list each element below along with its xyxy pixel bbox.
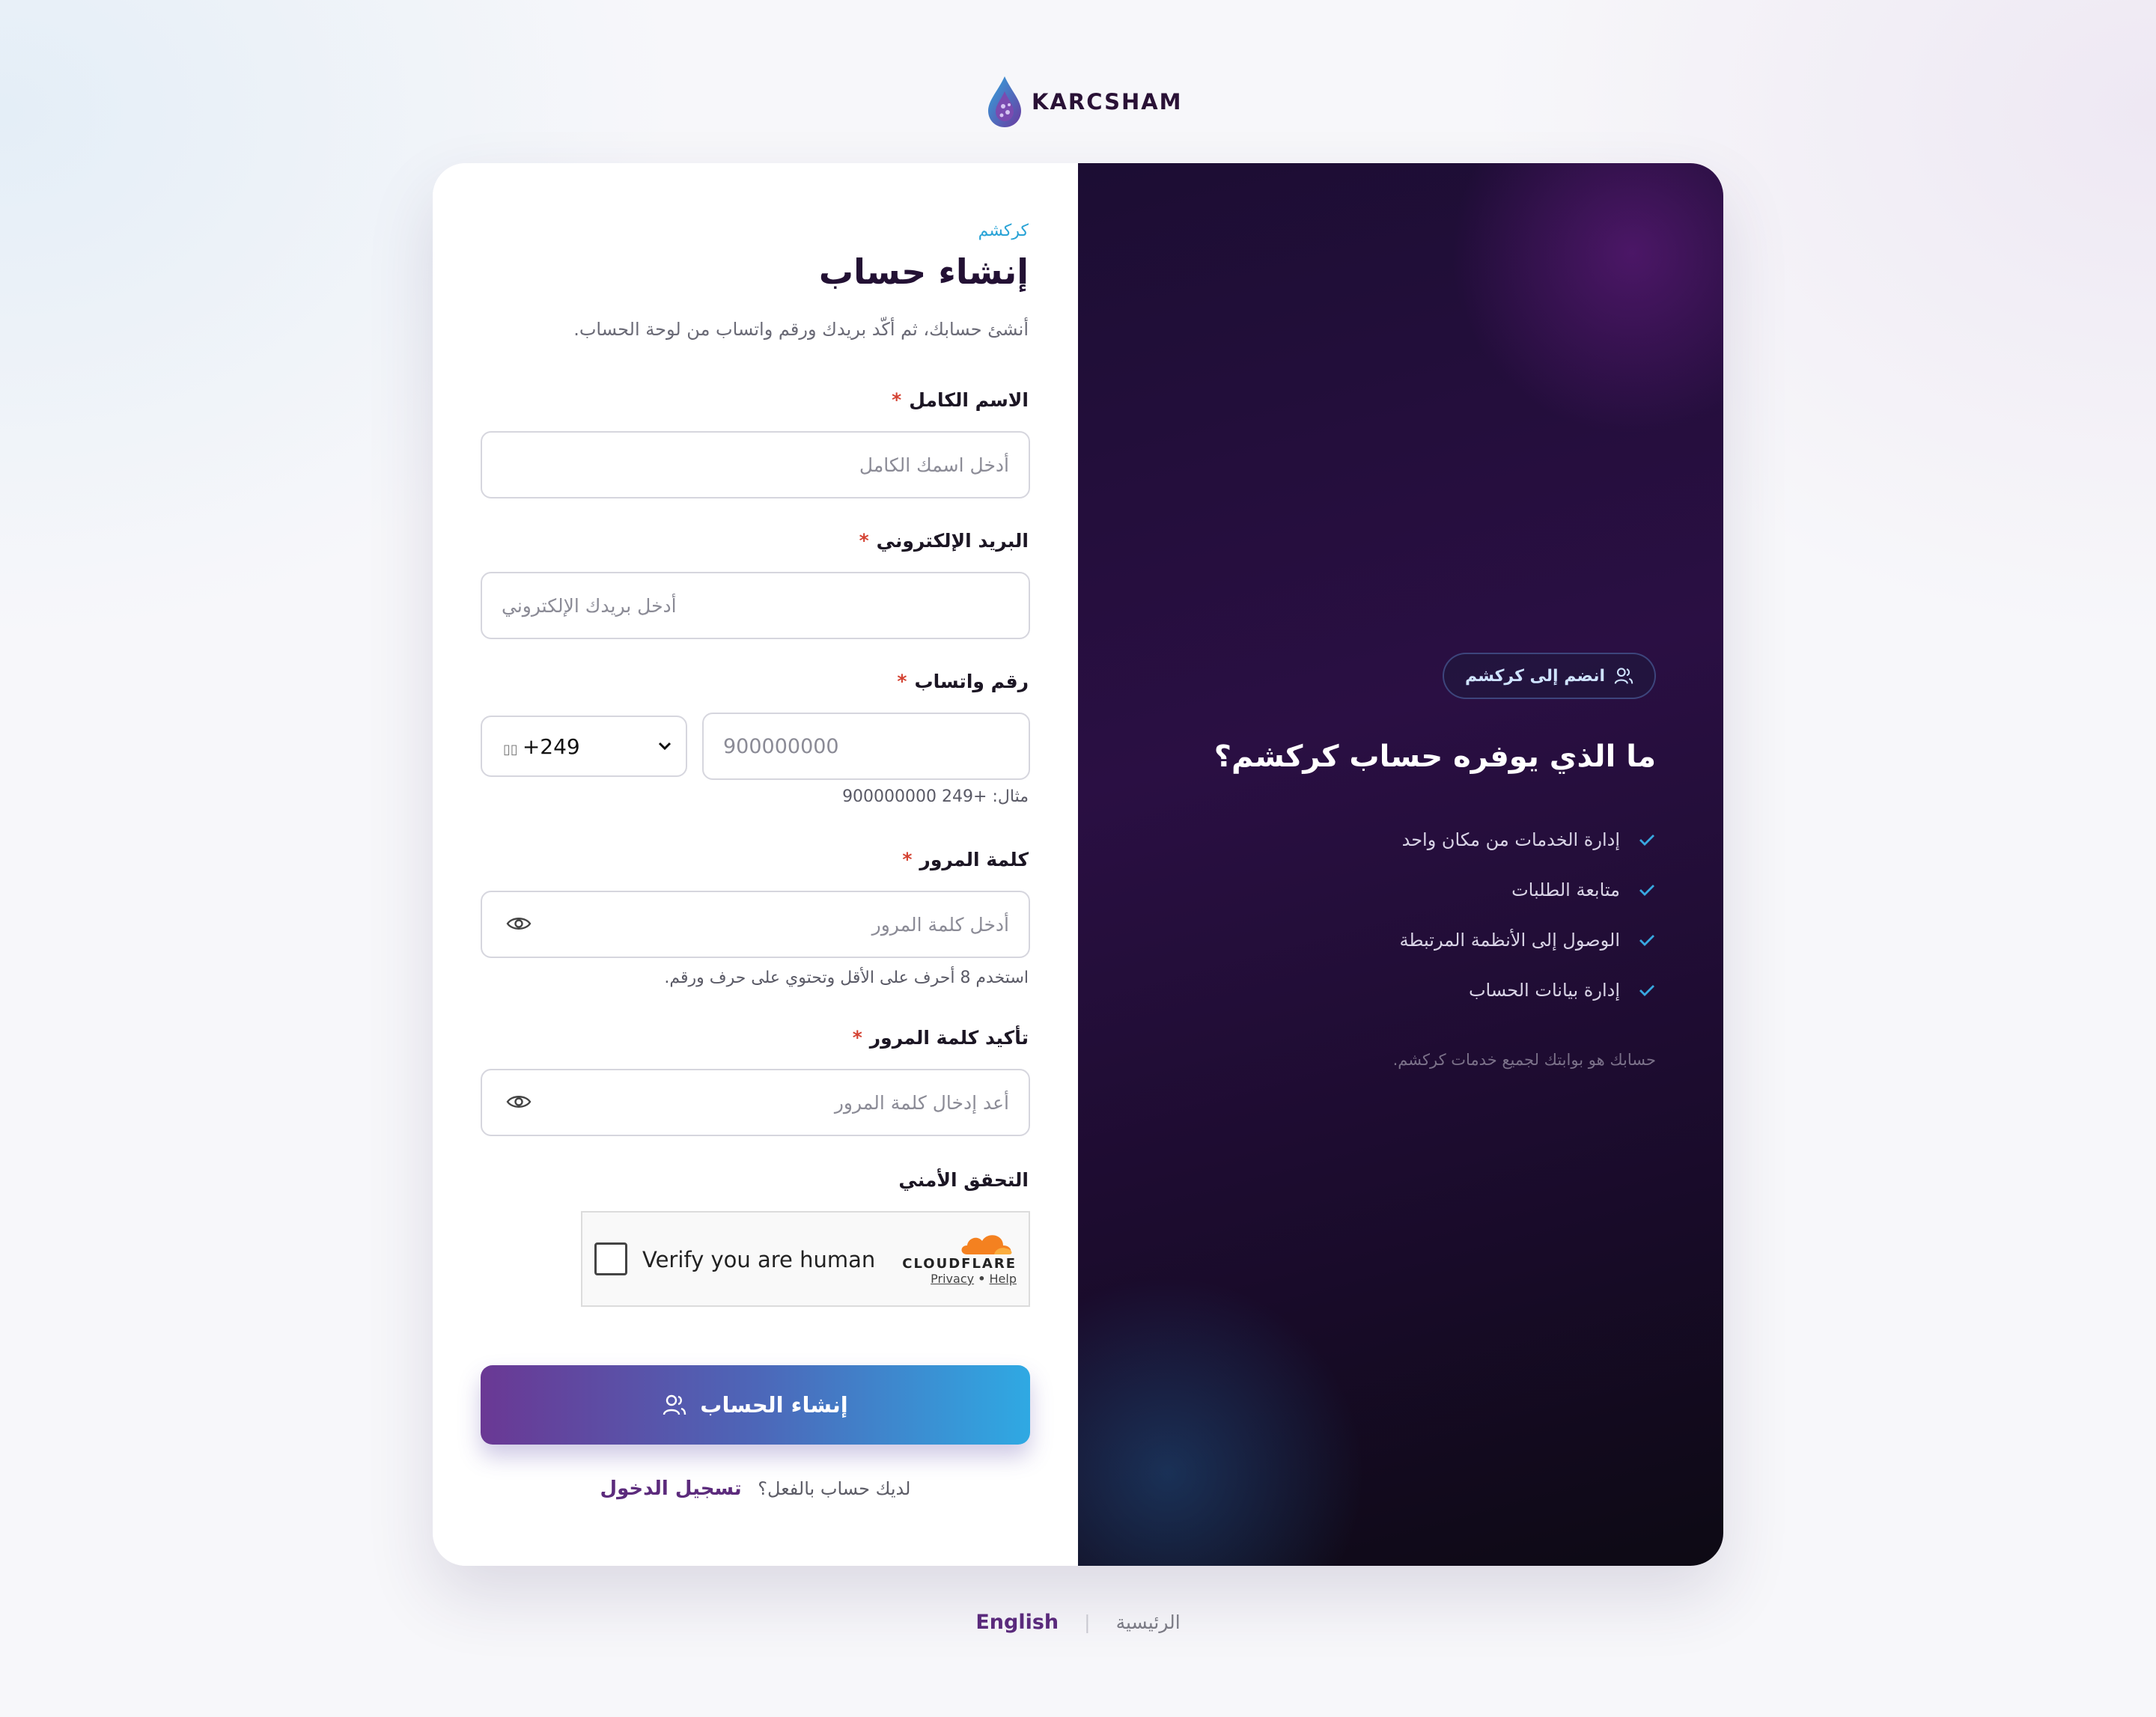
- cloudflare-logo: CLOUDFLARE Privacy • Help: [897, 1229, 1017, 1286]
- captcha-widget: Verify you are human CLOUDFLARE Privacy …: [581, 1211, 1030, 1307]
- whatsapp-number-input[interactable]: 900000000: [702, 713, 1030, 780]
- privacy-link[interactable]: Privacy: [931, 1272, 974, 1286]
- cloudflare-wordmark: CLOUDFLARE: [902, 1256, 1017, 1272]
- feature-item-label: إدارة الخدمات من مكان واحد: [1401, 829, 1620, 850]
- chevron-down-icon: [658, 742, 672, 751]
- full-name-label: الاسم الكامل *: [892, 389, 1029, 411]
- promo-panel: انضم إلى كركشم ما الذي يوفره حساب كركشم؟…: [1078, 163, 1723, 1566]
- password-label-text: كلمة المرور: [919, 849, 1029, 870]
- feature-list: إدارة الخدمات من مكان واحد متابعة الطلبا…: [1399, 814, 1656, 1015]
- users-icon: [663, 1394, 686, 1415]
- flag-icon: ▯▯: [503, 741, 518, 757]
- feature-item-label: الوصول إلى الأنظمة المرتبطة: [1399, 929, 1620, 951]
- email-label-text: البريد الإلكتروني: [876, 530, 1029, 552]
- captcha-checkbox[interactable]: [594, 1242, 627, 1275]
- home-link[interactable]: الرئيسية: [1116, 1611, 1181, 1633]
- check-icon: [1639, 834, 1654, 846]
- confirm-password-placeholder: أعد إدخال كلمة المرور: [834, 1091, 1009, 1114]
- security-check-label: التحقق الأمني: [898, 1169, 1029, 1191]
- eye-icon[interactable]: [506, 915, 532, 933]
- check-icon: [1639, 984, 1654, 996]
- confirm-password-label-text: تأكيد كلمة المرور: [869, 1027, 1029, 1049]
- create-account-button[interactable]: إنشاء الحساب: [481, 1365, 1030, 1445]
- check-icon: [1639, 934, 1654, 946]
- feature-item: إدارة الخدمات من مكان واحد: [1399, 814, 1656, 864]
- country-code-select[interactable]: ▯▯ +249: [481, 716, 687, 777]
- help-link[interactable]: Help: [990, 1272, 1017, 1286]
- feature-item: إدارة بيانات الحساب: [1399, 965, 1656, 1015]
- link-separator: •: [978, 1272, 986, 1286]
- captcha-text: Verify you are human: [642, 1247, 876, 1272]
- whatsapp-placeholder: 900000000: [723, 734, 839, 758]
- check-icon: [1639, 884, 1654, 896]
- full-name-placeholder: أدخل اسمك الكامل: [859, 454, 1009, 476]
- promo-note: حسابك هو بوابتك لجميع خدمات كركشم.: [1392, 1051, 1656, 1069]
- password-label: كلمة المرور *: [902, 849, 1029, 870]
- eye-icon[interactable]: [506, 1093, 532, 1111]
- email-label: البريد الإلكتروني *: [859, 530, 1029, 552]
- page-subtitle: أنشئ حسابك، ثم أكّد بريدك ورقم واتساب من…: [573, 319, 1029, 340]
- whatsapp-label-text: رقم واتساب: [914, 671, 1029, 692]
- language-english-link[interactable]: English: [975, 1611, 1059, 1634]
- captcha-links: Privacy • Help: [897, 1272, 1017, 1286]
- create-account-button-label: إنشاء الحساب: [700, 1392, 848, 1418]
- password-input[interactable]: أدخل كلمة المرور: [481, 891, 1030, 958]
- required-mark: *: [892, 389, 902, 411]
- have-account-row: لديك حساب بالفعل؟ تسجيل الدخول: [433, 1477, 1078, 1500]
- page-title: إنشاء حساب: [818, 251, 1029, 292]
- users-icon: [1614, 668, 1633, 684]
- required-mark: *: [897, 671, 907, 692]
- footer-separator: |: [1084, 1611, 1091, 1633]
- confirm-password-input[interactable]: أعد إدخال كلمة المرور: [481, 1069, 1030, 1136]
- password-hint: استخدم 8 أحرف على الأقل وتحتوي على حرف و…: [664, 969, 1029, 987]
- whatsapp-label: رقم واتساب *: [897, 671, 1029, 692]
- required-mark: *: [902, 849, 913, 870]
- promo-title: ما الذي يوفره حساب كركشم؟: [1213, 739, 1656, 774]
- footer-nav: English | الرئيسية: [0, 1611, 2156, 1634]
- brand-logo[interactable]: KARCSHAM: [985, 75, 1183, 129]
- signup-card: كركشم إنشاء حساب أنشئ حسابك، ثم أكّد بري…: [433, 163, 1723, 1566]
- join-pill: انضم إلى كركشم: [1442, 653, 1656, 699]
- have-account-text: لديك حساب بالفعل؟: [758, 1478, 911, 1499]
- email-input[interactable]: أدخل بريدك الإلكتروني: [481, 572, 1030, 639]
- login-link[interactable]: تسجيل الدخول: [600, 1477, 742, 1500]
- feature-item: متابعة الطلبات: [1399, 864, 1656, 915]
- full-name-label-text: الاسم الكامل: [909, 389, 1029, 411]
- brand-logo-text: KARCSHAM: [1032, 89, 1183, 115]
- required-mark: *: [859, 530, 869, 552]
- feature-item-label: إدارة بيانات الحساب: [1468, 979, 1620, 1001]
- required-mark: *: [852, 1027, 862, 1049]
- country-code-value: ▯▯ +249: [503, 734, 580, 759]
- drop-logo-icon: [988, 76, 1021, 127]
- signup-form-panel: كركشم إنشاء حساب أنشئ حسابك، ثم أكّد بري…: [433, 163, 1078, 1566]
- full-name-input[interactable]: أدخل اسمك الكامل: [481, 431, 1030, 498]
- cloud-icon: [961, 1235, 1012, 1254]
- confirm-password-label: تأكيد كلمة المرور *: [853, 1027, 1029, 1049]
- join-pill-label: انضم إلى كركشم: [1464, 666, 1605, 686]
- email-placeholder: أدخل بريدك الإلكتروني: [502, 594, 677, 617]
- whatsapp-hint: مثال: +249 900000000: [842, 787, 1029, 806]
- feature-item-label: متابعة الطلبات: [1511, 879, 1620, 900]
- feature-item: الوصول إلى الأنظمة المرتبطة: [1399, 915, 1656, 965]
- brand-tag: كركشم: [978, 222, 1029, 240]
- password-placeholder: أدخل كلمة المرور: [871, 913, 1009, 936]
